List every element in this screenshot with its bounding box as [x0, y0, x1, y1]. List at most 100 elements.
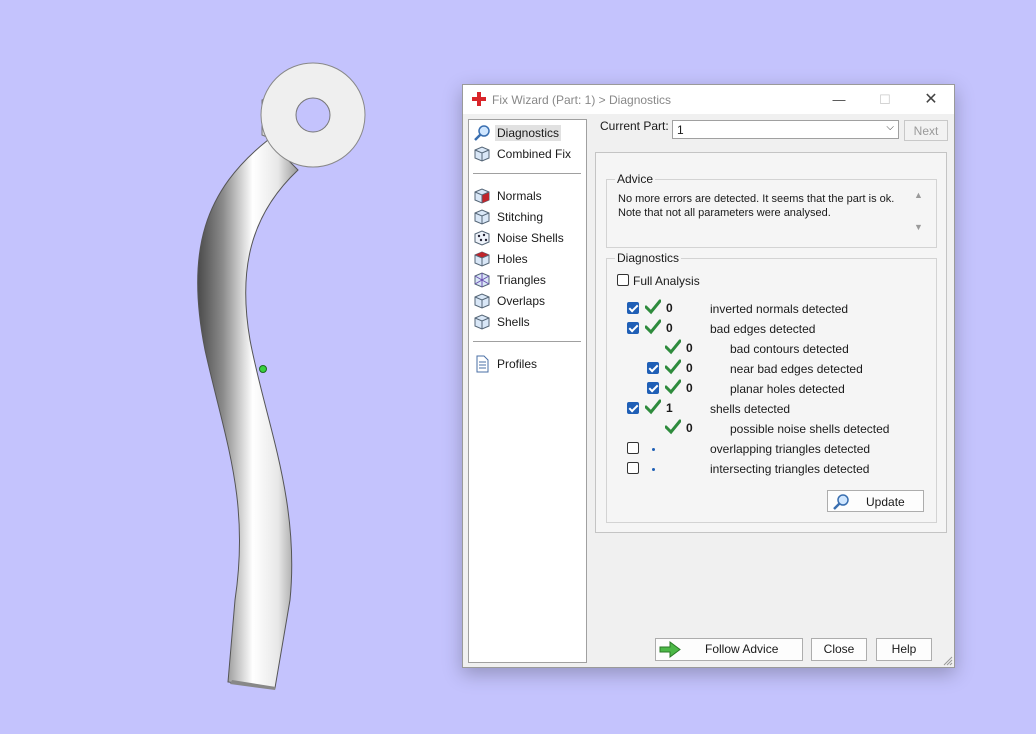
diagnostic-checkbox[interactable] [627, 442, 639, 454]
document-icon [476, 355, 489, 373]
window-title: Fix Wizard (Part: 1) > Diagnostics [492, 93, 672, 107]
cube-red-face-icon [474, 188, 490, 204]
wizard-nav: Diagnostics Combined Fix Normals Stitchi… [468, 119, 587, 663]
nav-item-combined-fix[interactable]: Combined Fix [473, 144, 581, 164]
bent-tube-model[interactable] [197, 62, 366, 690]
nav-separator [473, 341, 581, 342]
diagnostic-row: 1 shells detected [607, 399, 927, 419]
diagnostic-text: possible noise shells detected [730, 422, 890, 436]
diagnostic-row: 0 near bad edges detected [607, 359, 927, 379]
triangle-icon [474, 272, 490, 288]
diagnostic-count: 1 [666, 401, 673, 415]
nav-item-noise-shells[interactable]: Noise Shells [473, 228, 581, 248]
advice-title: Advice [615, 172, 656, 186]
minimize-button[interactable]: — [816, 85, 862, 114]
advice-scrollbar[interactable]: ▲ ▼ [912, 190, 926, 238]
diagnostic-count: 0 [686, 341, 693, 355]
nav-label: Profiles [497, 357, 538, 371]
follow-advice-label: Follow Advice [705, 642, 779, 656]
diagnostic-checkbox[interactable] [627, 302, 639, 314]
current-part-value: 1 [677, 123, 684, 137]
pending-dot-icon [652, 468, 655, 471]
diagnostics-panel: Advice No more errors are detected. It s… [595, 152, 947, 533]
diagnostic-text: intersecting triangles detected [710, 462, 870, 476]
cube-icon [474, 209, 490, 225]
current-part-select[interactable]: 1 ⌵ [672, 120, 899, 139]
diagnostic-row: 0 inverted normals detected [607, 299, 927, 319]
diagnostic-row: 0 planar holes detected [607, 379, 927, 399]
nav-label: Noise Shells [497, 231, 564, 245]
diagnostic-count: 0 [666, 321, 673, 335]
update-label: Update [866, 495, 905, 509]
diagnostic-checkbox[interactable] [627, 402, 639, 414]
diagnostic-row: overlapping triangles detected [607, 439, 927, 459]
diagnostic-text: inverted normals detected [710, 302, 849, 316]
noise-shells-icon [474, 230, 490, 246]
nav-item-normals[interactable]: Normals [473, 186, 581, 206]
green-check-icon [645, 319, 661, 335]
red-cross-icon [472, 92, 486, 106]
close-window-button[interactable]: ✕ [908, 85, 954, 114]
scroll-up-arrow-icon[interactable]: ▲ [914, 190, 923, 200]
close-button[interactable]: Close [811, 638, 867, 661]
nav-label: Diagnostics [495, 125, 562, 141]
nav-label: Overlaps [497, 294, 546, 308]
nav-item-diagnostics[interactable]: Diagnostics [473, 123, 581, 143]
chevron-down-icon: ⌵ [886, 122, 894, 133]
nav-item-stitching[interactable]: Stitching [473, 207, 581, 227]
next-button[interactable]: Next [904, 120, 948, 141]
nav-label: Normals [497, 189, 542, 203]
diagnostic-row: 0 bad edges detected [607, 319, 927, 339]
green-check-icon [665, 359, 681, 375]
diagnostic-checkbox[interactable] [627, 322, 639, 334]
green-check-icon [665, 339, 681, 355]
nav-item-overlaps[interactable]: Overlaps [473, 291, 581, 311]
diagnostic-checkbox[interactable] [647, 382, 659, 394]
diagnostic-checkbox[interactable] [627, 462, 639, 474]
update-button[interactable]: Update [827, 490, 924, 512]
current-part-label: Current Part: [600, 119, 669, 133]
diagnostics-title: Diagnostics [615, 251, 682, 265]
nav-item-holes[interactable]: Holes [473, 249, 581, 269]
nav-separator [473, 173, 581, 174]
help-button[interactable]: Help [876, 638, 932, 661]
diagnostic-text: bad contours detected [730, 342, 849, 356]
green-check-icon [665, 419, 681, 435]
nav-item-triangles[interactable]: Triangles [473, 270, 581, 290]
nav-item-profiles[interactable]: Profiles [473, 354, 581, 374]
magnifier-icon [474, 125, 490, 141]
advice-line-1: No more errors are detected. It seems th… [618, 193, 895, 205]
diagnostic-text: bad edges detected [710, 322, 816, 336]
pending-dot-icon [652, 448, 655, 451]
advice-line-2: Note that not all parameters were analys… [618, 207, 831, 219]
diagnostic-text: planar holes detected [730, 382, 845, 396]
diagnostic-count: 0 [666, 301, 673, 315]
fix-wizard-dialog: Fix Wizard (Part: 1) > Diagnostics — ☐ ✕… [462, 84, 955, 668]
maximize-button[interactable]: ☐ [862, 85, 908, 114]
nav-label: Combined Fix [497, 147, 572, 161]
title-bar[interactable]: Fix Wizard (Part: 1) > Diagnostics — ☐ ✕ [463, 85, 954, 114]
full-analysis-label: Full Analysis [633, 274, 700, 288]
nav-item-shells[interactable]: Shells [473, 312, 581, 332]
diagnostics-group: Diagnostics Full Analysis 0 inverted norm… [606, 251, 937, 523]
nav-label: Triangles [497, 273, 546, 287]
diagnostic-text: overlapping triangles detected [710, 442, 871, 456]
cube-icon [474, 146, 490, 162]
diagnostic-text: shells detected [710, 402, 791, 416]
scroll-down-arrow-icon[interactable]: ▼ [914, 222, 923, 232]
nav-label: Holes [497, 252, 528, 266]
pivot-point-marker[interactable] [259, 365, 267, 373]
diagnostic-count: 0 [686, 361, 693, 375]
diagnostic-checkbox[interactable] [647, 362, 659, 374]
advice-text-box[interactable]: No more errors are detected. It seems th… [608, 190, 908, 240]
diagnostic-text: near bad edges detected [730, 362, 863, 376]
resize-grip-icon[interactable] [943, 656, 953, 666]
nav-label: Stitching [497, 210, 544, 224]
nav-label: Shells [497, 315, 530, 329]
cube-red-face-icon [474, 251, 490, 267]
advice-group: Advice No more errors are detected. It s… [606, 172, 937, 248]
full-analysis-checkbox[interactable] [617, 274, 629, 286]
cube-icon [474, 314, 490, 330]
green-check-icon [665, 379, 681, 395]
follow-advice-button[interactable]: Follow Advice [655, 638, 803, 661]
